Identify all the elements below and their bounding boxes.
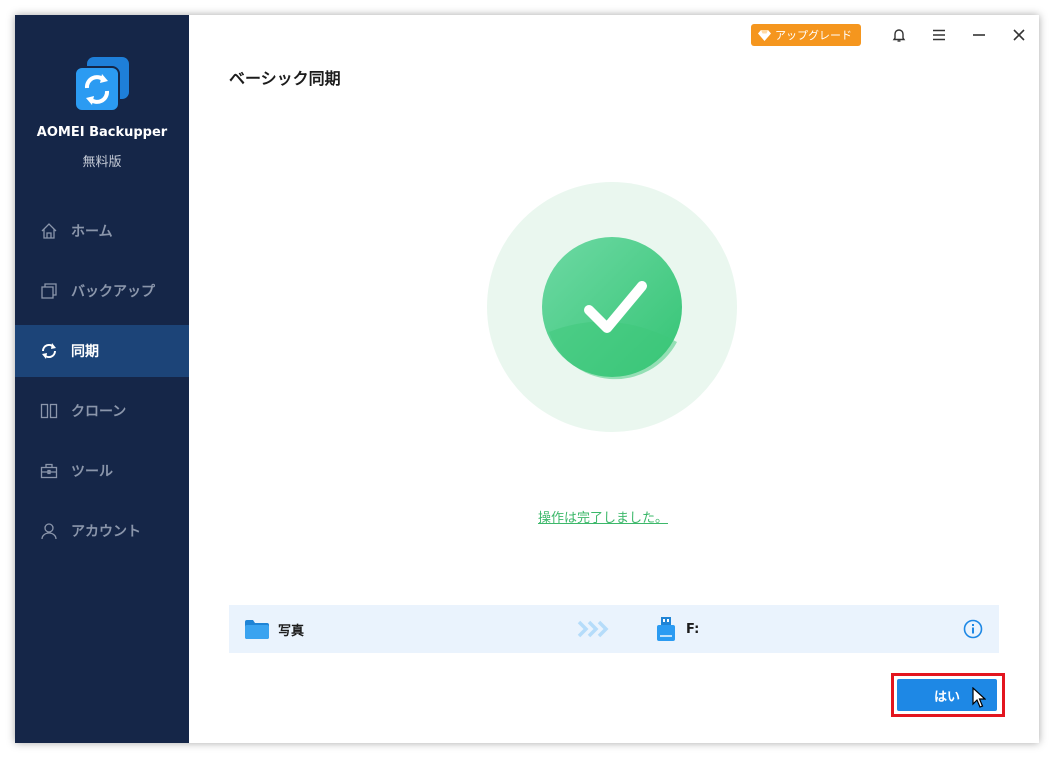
status-link[interactable]: 操作は完了しました。 <box>189 507 1017 526</box>
app-window: AOMEI Backupper 無料版 ホーム バックアップ 同期 クローン ツ… <box>15 15 1039 743</box>
minimize-button[interactable] <box>959 15 999 55</box>
title-bar: アップグレード <box>751 15 1039 55</box>
sidebar-item-label: ツール <box>71 464 113 480</box>
sync-icon <box>39 341 59 361</box>
app-name: AOMEI Backupper <box>36 125 168 140</box>
close-icon <box>1013 29 1025 41</box>
app-logo-icon <box>74 57 129 112</box>
arrows-icon <box>577 605 611 653</box>
sidebar-item-label: ホーム <box>71 224 113 240</box>
account-icon <box>39 521 59 541</box>
sidebar: AOMEI Backupper 無料版 ホーム バックアップ 同期 クローン ツ… <box>15 15 189 743</box>
sidebar-item-label: 同期 <box>71 344 99 360</box>
usb-drive-icon <box>657 617 675 641</box>
sidebar-item-account[interactable]: アカウント <box>15 505 189 557</box>
task-source: 写真 <box>245 605 304 653</box>
menu-button[interactable] <box>919 15 959 55</box>
close-button[interactable] <box>999 15 1039 55</box>
upgrade-button[interactable]: アップグレード <box>751 24 861 46</box>
folder-icon <box>245 620 269 639</box>
bell-icon <box>892 29 906 42</box>
tools-icon <box>39 461 59 481</box>
task-source-label: 写真 <box>278 623 305 639</box>
main-content: アップグレード ベーシック同期 操作は完了しました。 写真 F: はい <box>189 15 1039 743</box>
notification-button[interactable] <box>879 15 919 55</box>
app-edition: 無料版 <box>82 155 122 170</box>
page-title: ベーシック同期 <box>229 69 341 88</box>
sidebar-item-backup[interactable]: バックアップ <box>15 265 189 317</box>
hamburger-icon <box>933 29 945 41</box>
sidebar-item-sync[interactable]: 同期 <box>15 325 189 377</box>
upgrade-label: アップグレード <box>775 29 852 42</box>
task-bar: 写真 F: <box>229 605 999 653</box>
minimize-icon <box>973 34 985 36</box>
sidebar-item-label: アカウント <box>71 524 141 540</box>
task-destination: F: <box>657 605 699 653</box>
success-check-icon <box>487 182 737 432</box>
sidebar-item-label: クローン <box>71 404 127 420</box>
sidebar-item-tools[interactable]: ツール <box>15 445 189 497</box>
mouse-cursor-icon <box>972 687 986 708</box>
sidebar-nav: ホーム バックアップ 同期 クローン ツール アカウント <box>15 205 189 565</box>
sidebar-item-home[interactable]: ホーム <box>15 205 189 257</box>
sidebar-item-label: バックアップ <box>71 284 155 300</box>
backup-icon <box>39 281 59 301</box>
clone-icon <box>39 401 59 421</box>
info-icon[interactable] <box>963 619 983 639</box>
task-destination-label: F: <box>686 621 700 637</box>
diamond-icon <box>758 29 771 41</box>
home-icon <box>39 221 59 241</box>
sidebar-item-clone[interactable]: クローン <box>15 385 189 437</box>
